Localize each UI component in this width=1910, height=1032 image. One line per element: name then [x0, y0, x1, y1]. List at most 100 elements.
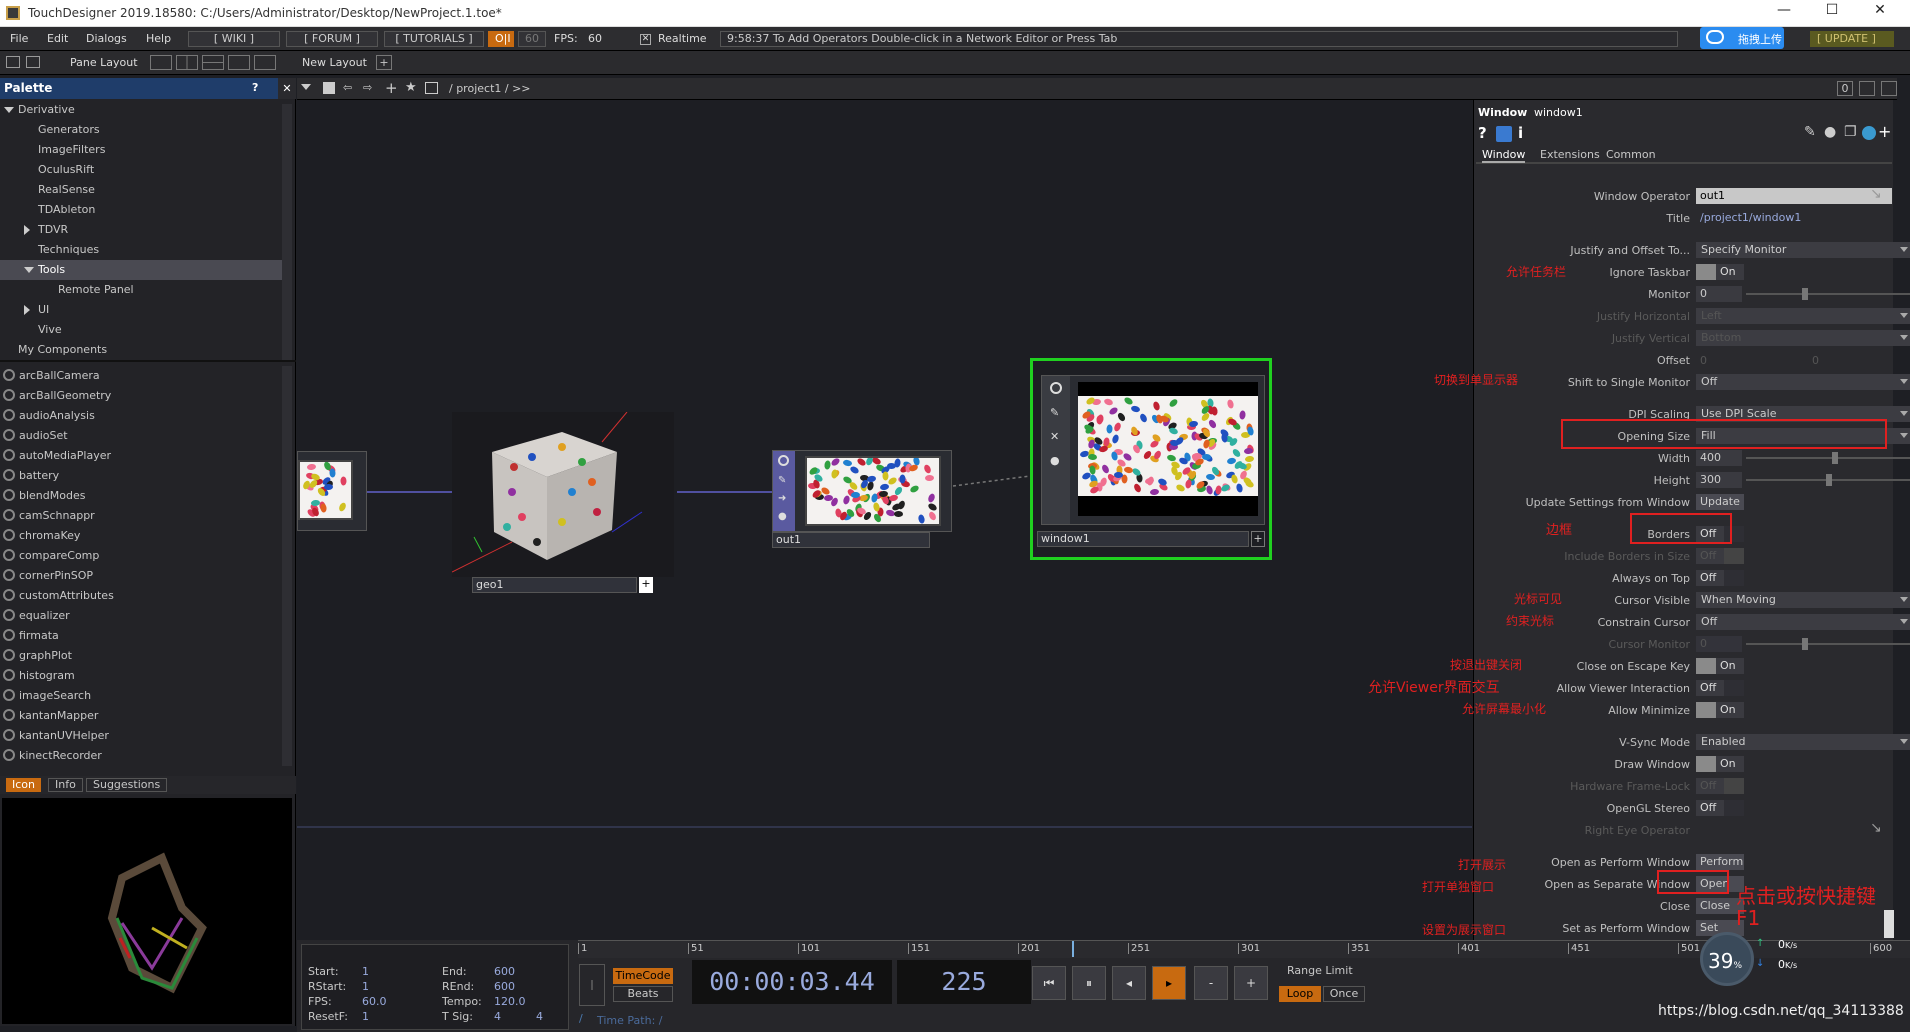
- back-icon[interactable]: ⇦: [343, 81, 352, 94]
- palette-tree-item[interactable]: Derivative: [0, 100, 282, 120]
- rstart-value[interactable]: 1: [362, 980, 369, 993]
- network-path[interactable]: / project1 / >>: [449, 82, 531, 95]
- palette-tree-item[interactable]: Remote Panel: [0, 280, 282, 300]
- once-toggle[interactable]: Once: [1323, 986, 1365, 1002]
- oi-button[interactable]: O|I: [488, 31, 514, 47]
- out-node-label[interactable]: out1: [772, 532, 930, 548]
- offset-x[interactable]: 0: [1700, 354, 1707, 367]
- layout-single-icon[interactable]: [150, 55, 172, 70]
- wiki-button[interactable]: [ WIKI ]: [188, 31, 280, 47]
- layout-split-h-icon[interactable]: [202, 55, 224, 70]
- fps-value[interactable]: 60.0: [362, 995, 387, 1008]
- frame-display[interactable]: 225: [897, 960, 1031, 1004]
- partial-node[interactable]: [297, 451, 367, 531]
- component-item[interactable]: audioSet: [0, 426, 282, 446]
- loop-toggle[interactable]: Loop: [1279, 986, 1321, 1002]
- operator-picker-icon[interactable]: ↘: [1870, 820, 1882, 836]
- component-item[interactable]: arcBallCamera: [0, 366, 282, 386]
- close-icon[interactable]: ✕: [1050, 430, 1059, 443]
- maximize-pane-icon[interactable]: [1859, 81, 1875, 96]
- param-menu-justify_v[interactable]: Bottom: [1696, 330, 1910, 346]
- menu-help[interactable]: Help: [146, 32, 171, 45]
- slider-knob[interactable]: [1832, 452, 1838, 464]
- edit-icon[interactable]: ✎: [1050, 406, 1059, 419]
- palette-tree-item[interactable]: Techniques: [0, 240, 282, 260]
- component-item[interactable]: compareComp: [0, 546, 282, 566]
- offset-y[interactable]: 0: [1812, 354, 1819, 367]
- palette-help-button[interactable]: ?: [252, 81, 258, 94]
- viewer-icon[interactable]: [778, 455, 789, 466]
- param-toggle-always_top[interactable]: Off: [1696, 570, 1744, 586]
- home-icon[interactable]: [425, 82, 438, 94]
- play-button[interactable]: ▸: [1152, 966, 1186, 1000]
- tab-suggestions[interactable]: Suggestions: [86, 778, 168, 792]
- bypass-icon[interactable]: ➜: [778, 493, 786, 504]
- component-item[interactable]: kantanMapper: [0, 706, 282, 726]
- component-item[interactable]: imageSearch: [0, 686, 282, 706]
- title-field[interactable]: /project1/window1: [1696, 210, 1910, 226]
- tsig-den[interactable]: 4: [536, 1010, 543, 1023]
- component-item[interactable]: customAttributes: [0, 586, 282, 606]
- star-icon[interactable]: ★: [405, 80, 417, 95]
- layout-triple-icon[interactable]: [228, 55, 250, 70]
- slider-knob[interactable]: [1802, 638, 1808, 650]
- palette-tree-item[interactable]: My Components: [0, 340, 282, 360]
- tempo-value[interactable]: 120.0: [494, 995, 526, 1008]
- playhead[interactable]: [1072, 941, 1074, 957]
- component-item[interactable]: cornerPinSOP: [0, 566, 282, 586]
- geo-add-button[interactable]: +: [639, 577, 653, 593]
- viewer-icon[interactable]: [1050, 382, 1062, 394]
- window-add-button[interactable]: +: [1251, 531, 1265, 547]
- globe-icon[interactable]: [1862, 126, 1876, 140]
- close-button[interactable]: ✕: [1858, 2, 1902, 18]
- component-scrollbar[interactable]: [282, 366, 292, 766]
- param-toggle-hw_framelock[interactable]: Off: [1696, 778, 1744, 794]
- component-item[interactable]: blendModes: [0, 486, 282, 506]
- tab-icon[interactable]: Icon: [6, 778, 41, 792]
- component-item[interactable]: camSchnappr: [0, 506, 282, 526]
- param-toggle-close_escape[interactable]: On: [1696, 658, 1744, 674]
- info-icon[interactable]: i: [1518, 124, 1523, 142]
- timecode-display[interactable]: 00:00:03.44: [692, 960, 892, 1004]
- window-operator-field[interactable]: out1: [1696, 188, 1892, 204]
- param-toggle-opengl_stereo[interactable]: Off: [1696, 800, 1744, 816]
- lock-icon[interactable]: ●: [1050, 454, 1060, 467]
- geo-node-label[interactable]: geo1: [472, 577, 637, 593]
- component-item[interactable]: battery: [0, 466, 282, 486]
- component-item[interactable]: graphPlot: [0, 646, 282, 666]
- network-editor[interactable]: geo1 + ✎ ➜ ● out1 ✎ ✕ ● window1 +: [297, 100, 1472, 940]
- minimize-button[interactable]: —: [1762, 2, 1806, 18]
- step-plus-button[interactable]: +: [1234, 966, 1268, 1000]
- param-field-height[interactable]: 300: [1696, 472, 1742, 488]
- param-toggle-viewer_interaction[interactable]: Off: [1696, 680, 1744, 696]
- layout-split-v-icon[interactable]: [176, 55, 198, 70]
- stop-icon[interactable]: [323, 82, 335, 94]
- palette-tree-item[interactable]: Generators: [0, 120, 282, 140]
- timecode-toggle[interactable]: TimeCode: [613, 968, 673, 984]
- chevron-down-icon[interactable]: [24, 267, 34, 273]
- forward-icon[interactable]: ⇨: [363, 81, 372, 94]
- add-param-icon[interactable]: +: [1878, 122, 1891, 141]
- time-path[interactable]: Time Path: /: [597, 1014, 663, 1027]
- slider-knob[interactable]: [1802, 288, 1808, 300]
- menu-file[interactable]: File: [10, 32, 28, 45]
- param-menu-justify[interactable]: Specify Monitor: [1696, 242, 1910, 258]
- step-minus-button[interactable]: -: [1194, 966, 1228, 1000]
- component-item[interactable]: autoMediaPlayer: [0, 446, 282, 466]
- palette-tree-item[interactable]: TDAbleton: [0, 200, 282, 220]
- slider-track[interactable]: [1746, 643, 1910, 645]
- lock-icon[interactable]: ●: [778, 511, 787, 522]
- param-field-monitor[interactable]: 0: [1696, 286, 1742, 302]
- tab-common[interactable]: Common: [1606, 148, 1656, 161]
- component-item[interactable]: equalizer: [0, 606, 282, 626]
- realtime-checkbox[interactable]: ✕: [640, 34, 651, 45]
- slider-knob[interactable]: [1826, 474, 1832, 486]
- time-slider-handle[interactable]: ǀ: [579, 964, 605, 1006]
- geo-node[interactable]: [451, 411, 674, 577]
- palette-tree-item[interactable]: TDVR: [0, 220, 282, 240]
- zero-button[interactable]: 0: [1837, 81, 1853, 96]
- component-item[interactable]: kantanUVHelper: [0, 726, 282, 746]
- maximize-button[interactable]: ☐: [1810, 2, 1854, 18]
- out-node[interactable]: ✎ ➜ ●: [772, 450, 952, 532]
- menu-edit[interactable]: Edit: [47, 32, 68, 45]
